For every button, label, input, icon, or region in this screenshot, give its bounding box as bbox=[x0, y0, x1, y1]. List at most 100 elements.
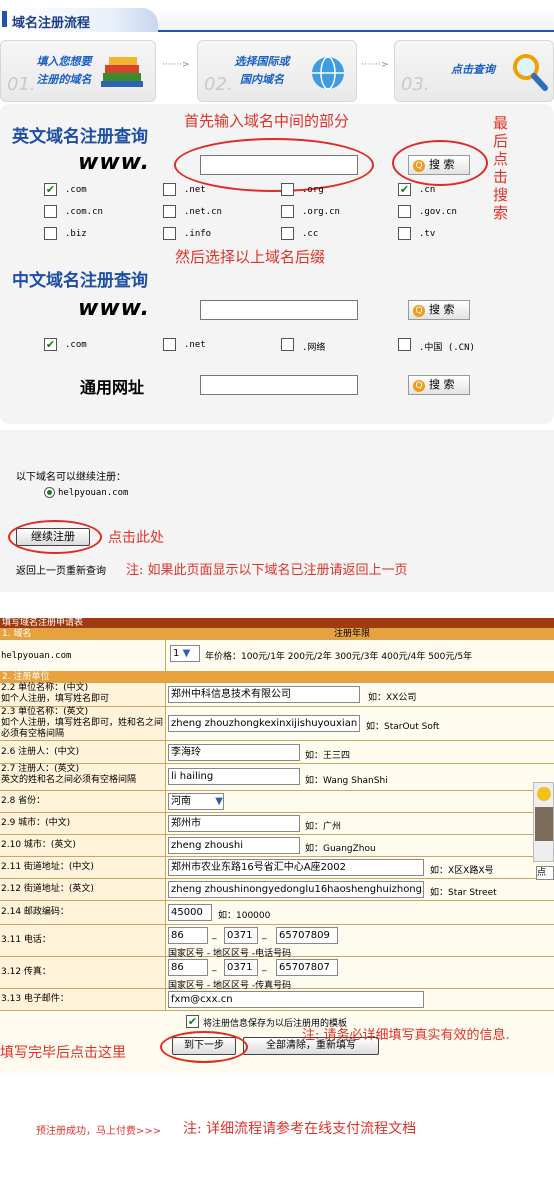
english-suffix-label: .org.cn bbox=[302, 207, 340, 217]
english-suffix-checkbox[interactable] bbox=[44, 227, 57, 240]
english-section-title: 英文域名注册查询 bbox=[12, 127, 148, 147]
english-suffix-checkbox[interactable] bbox=[281, 183, 294, 196]
row-fax: 3.12 传真： 86 _ 0371 _ 65707807 国家区号 - 地区区… bbox=[0, 957, 554, 991]
universal-search-button[interactable]: Q搜 索 bbox=[408, 375, 470, 395]
english-suffix-checkbox[interactable] bbox=[163, 183, 176, 196]
field-label: 3.11 电话： bbox=[0, 925, 166, 956]
fax-number-input[interactable]: 65707807 bbox=[276, 959, 338, 976]
field-hint: 如：Star Street bbox=[430, 888, 497, 898]
domain-column-header: 1. 域名 bbox=[2, 629, 32, 639]
field-label: 2.7 注册人：(英文) 英文的姓和名之间必须有空格间隔 bbox=[0, 764, 166, 790]
english-suffix-checkbox[interactable] bbox=[163, 205, 176, 218]
search-icon: Q bbox=[413, 380, 425, 392]
annotation-click-here: 填写完毕后点击这里 bbox=[0, 1045, 126, 1061]
city-cn-input[interactable]: 郑州市 bbox=[168, 815, 300, 832]
chinese-suffix-label: .中国 (.CN) bbox=[419, 343, 475, 353]
field-label: 3.13 电子邮件： bbox=[0, 989, 166, 1010]
english-suffix-label: .net bbox=[184, 185, 206, 195]
unit-section-header: 2. 注册单位 bbox=[0, 672, 554, 683]
field-hint: 如：王三四 bbox=[305, 751, 351, 761]
step-number: 03. bbox=[401, 74, 430, 95]
row-registrant-cn: 2.6 注册人：(中文) 李海玲 如：王三四 bbox=[0, 741, 554, 764]
english-suffix-label: .com bbox=[65, 185, 87, 195]
field-hint: 如：GuangZhou bbox=[305, 844, 376, 854]
field-hint: 如：StarOut Soft bbox=[366, 722, 440, 732]
years-select[interactable]: 1 ▼ bbox=[170, 645, 200, 662]
english-suffix-label: .biz bbox=[65, 229, 87, 239]
step-3: 03. 点击查询 bbox=[394, 40, 554, 102]
row-phone: 3.11 电话： 86 _ 0371 _ 65707809 国家区号 - 地区区… bbox=[0, 925, 554, 959]
www-prefix: www. bbox=[78, 150, 150, 175]
annotation-payment: 注: 详细流程请参考在线支付流程文档 bbox=[183, 1121, 417, 1137]
save-template-checkbox[interactable]: ✔ bbox=[186, 1015, 199, 1028]
years-column-header: 注册年限 bbox=[334, 629, 371, 639]
step-arrow: ·······> bbox=[361, 60, 389, 70]
chinese-suffix-label: .net bbox=[184, 340, 206, 350]
postcode-input[interactable]: 45000 bbox=[168, 904, 212, 921]
domain-radio[interactable] bbox=[44, 487, 55, 498]
row-email: 3.13 电子邮件： fxm@cxx.cn bbox=[0, 989, 554, 1011]
english-suffix-checkbox[interactable] bbox=[398, 227, 411, 240]
field-label: 2.11 街道地址：(中文) bbox=[0, 857, 166, 878]
fax-area-input[interactable]: 0371 bbox=[224, 959, 258, 976]
annotation-click: 点击此处 bbox=[108, 530, 164, 546]
books-icon bbox=[101, 57, 143, 87]
field-hint: 如：广州 bbox=[305, 822, 342, 832]
annotation-oval bbox=[392, 140, 488, 186]
unit-name-en-input[interactable]: zheng zhouzhongkexinxijishuyouxian bbox=[168, 715, 360, 732]
registrant-en-input[interactable]: li hailing bbox=[168, 768, 300, 785]
chat-widget[interactable] bbox=[533, 782, 554, 862]
phone-country-input[interactable]: 86 bbox=[168, 927, 208, 944]
row-unit-en: 2.3 单位名称：(英文) 如个人注册，填写姓名即可，姓和名之间必须有空格间隔 z… bbox=[0, 707, 554, 741]
street-en-input[interactable]: zheng zhoushinongyedonglu16haoshenghuizh… bbox=[168, 881, 424, 898]
registrant-cn-input[interactable]: 李海玲 bbox=[168, 744, 300, 761]
english-suffix-label: .net.cn bbox=[184, 207, 222, 217]
price-info: 年价格：100元/1年 200元/2年 300元/3年 400元/4年 500元… bbox=[205, 652, 473, 662]
chinese-suffix-label: .com bbox=[65, 340, 87, 350]
phone-area-input[interactable]: 0371 bbox=[224, 927, 258, 944]
form-title: 填写域名注册申请表 bbox=[0, 618, 554, 629]
avatar bbox=[535, 807, 553, 841]
chevron-down-icon: ▼ bbox=[182, 648, 191, 659]
chinese-suffix-checkbox[interactable] bbox=[398, 338, 411, 351]
unit-name-cn-input[interactable]: 郑州中科信息技术有限公司 bbox=[168, 686, 360, 703]
row-street-en: 2.12 街道地址：(英文) zheng zhoushinongyedonglu… bbox=[0, 879, 554, 901]
english-suffix-checkbox[interactable] bbox=[281, 227, 294, 240]
prepay-link[interactable]: 预注册成功，马上付费>>> bbox=[36, 1122, 161, 1137]
email-input[interactable]: fxm@cxx.cn bbox=[168, 991, 424, 1008]
english-suffix-checkbox[interactable] bbox=[398, 205, 411, 218]
fax-country-input[interactable]: 86 bbox=[168, 959, 208, 976]
annotation-oval bbox=[160, 1031, 248, 1063]
chinese-suffix-checkbox[interactable]: ✔ bbox=[44, 338, 57, 351]
chinese-search-button[interactable]: Q搜 索 bbox=[408, 300, 470, 320]
field-hint: 如：X区X路X号 bbox=[430, 866, 494, 876]
row-city-cn: 2.9 城市：(中文) 郑州市 如：广州 bbox=[0, 813, 554, 835]
english-suffix-checkbox[interactable] bbox=[163, 227, 176, 240]
step-arrow: ·······> bbox=[162, 60, 190, 70]
row-registrant-en: 2.7 注册人：(英文) 英文的姓和名之间必须有空格间隔 li hailing 如… bbox=[0, 764, 554, 791]
form-header-row: 1. 域名 注册年限 bbox=[0, 629, 554, 640]
back-link[interactable]: 返回上一页重新查询 bbox=[16, 562, 106, 577]
chinese-suffix-checkbox[interactable] bbox=[163, 338, 176, 351]
row-street-cn: 2.11 街道地址：(中文) 郑州市农业东路16号省汇中心A座2002 如：X区… bbox=[0, 857, 554, 879]
city-en-input[interactable]: zheng zhoushi bbox=[168, 837, 300, 854]
street-cn-input[interactable]: 郑州市农业东路16号省汇中心A座2002 bbox=[168, 859, 424, 876]
english-suffix-label: .gov.cn bbox=[419, 207, 457, 217]
english-suffix-checkbox[interactable]: ✔ bbox=[44, 183, 57, 196]
english-suffix-checkbox[interactable]: ✔ bbox=[398, 183, 411, 196]
chinese-suffix-checkbox[interactable] bbox=[281, 338, 294, 351]
field-label: 2.12 街道地址：(英文) bbox=[0, 879, 166, 900]
english-suffix-label: .cc bbox=[302, 229, 319, 239]
chinese-domain-input[interactable] bbox=[200, 300, 358, 320]
smiley-icon bbox=[537, 787, 551, 801]
chat-tab[interactable]: 点 bbox=[536, 866, 554, 880]
field-hint: 如：100000 bbox=[218, 911, 271, 921]
english-suffix-checkbox[interactable] bbox=[281, 205, 294, 218]
phone-number-input[interactable]: 65707809 bbox=[276, 927, 338, 944]
english-suffix-label: .org bbox=[302, 185, 324, 195]
universal-input[interactable] bbox=[200, 375, 358, 395]
header-marker bbox=[2, 11, 7, 27]
province-select[interactable]: 河南 ▼ bbox=[168, 793, 224, 810]
english-suffix-checkbox[interactable] bbox=[44, 205, 57, 218]
step-2: 02. 选择国际或 国内域名 bbox=[197, 40, 357, 102]
